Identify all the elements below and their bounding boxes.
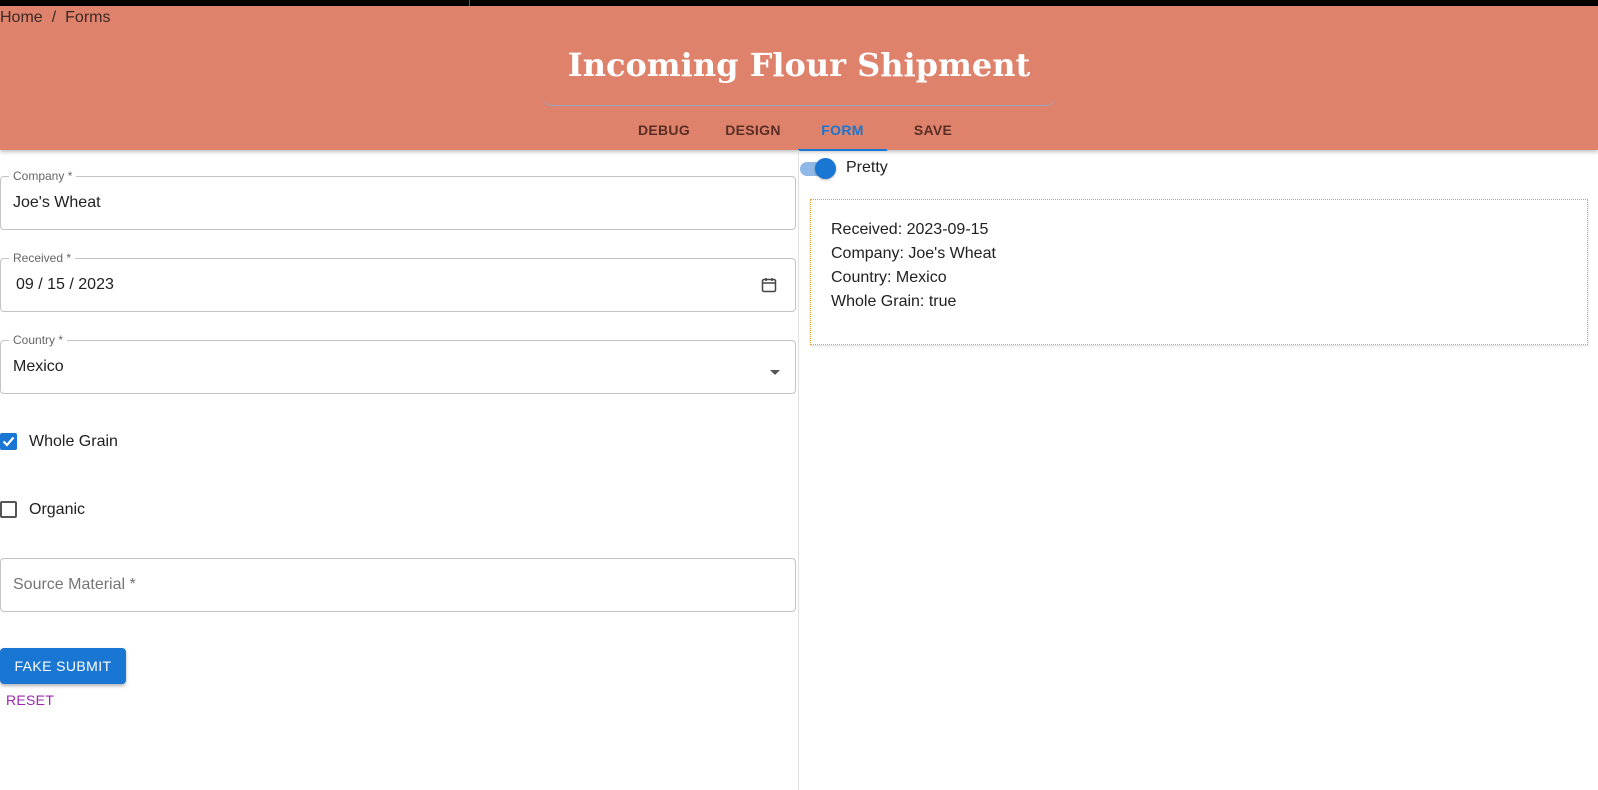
preview-line: Whole Grain: true [831,293,957,310]
panel-divider [798,150,799,790]
country-label: Country * [9,333,68,347]
title-underline [542,95,1056,106]
country-value: Mexico [13,358,64,375]
company-label: Company * [9,169,77,183]
received-date-field[interactable]: Received * 09 / 15 / 2023 [0,251,796,312]
toggle-thumb [815,158,836,179]
country-select[interactable]: Country * Mexico [0,333,796,394]
tab-design[interactable]: DESIGN [713,110,793,150]
received-label: Received * [9,251,76,265]
fake-submit-button[interactable]: FAKE SUBMIT [0,648,126,684]
preview-line: Company: Joe's Wheat [831,245,996,262]
tab-bar: DEBUG DESIGN FORM SAVE [0,110,1598,151]
pretty-toggle-label: Pretty [846,159,888,176]
reset-button[interactable]: RESET [6,692,54,708]
page-title: Incoming Flour Shipment [567,46,1031,84]
tab-debug[interactable]: DEBUG [622,110,706,150]
source-material-field[interactable]: Source Material * [0,558,796,612]
chevron-down-icon[interactable] [769,364,781,382]
preview-line: Received: 2023-09-15 [831,221,989,238]
tab-form[interactable]: FORM [798,110,887,151]
preview-box: Received: 2023-09-15 Company: Joe's Whea… [810,199,1588,345]
pretty-toggle[interactable] [800,158,836,180]
received-value: 09 / 15 / 2023 [16,276,114,293]
breadcrumb-home-link[interactable]: Home [0,9,43,26]
organic-checkbox[interactable] [0,501,17,518]
calendar-icon[interactable] [761,277,777,298]
whole-grain-checkbox[interactable] [0,433,17,450]
breadcrumb-separator: / [51,9,57,26]
breadcrumb-current[interactable]: Forms [65,9,110,26]
organic-label: Organic [29,501,86,518]
company-field[interactable]: Company * Joe's Wheat [0,169,796,230]
app-header: Home / Forms Incoming Flour Shipment DEBUG… [0,6,1598,151]
source-material-placeholder: Source Material * [13,576,136,593]
whole-grain-label: Whole Grain [29,433,118,450]
company-value: Joe's Wheat [13,194,101,211]
preview-line: Country: Mexico [831,269,947,286]
breadcrumb: Home / Forms [0,9,110,27]
tab-save[interactable]: SAVE [895,110,971,150]
